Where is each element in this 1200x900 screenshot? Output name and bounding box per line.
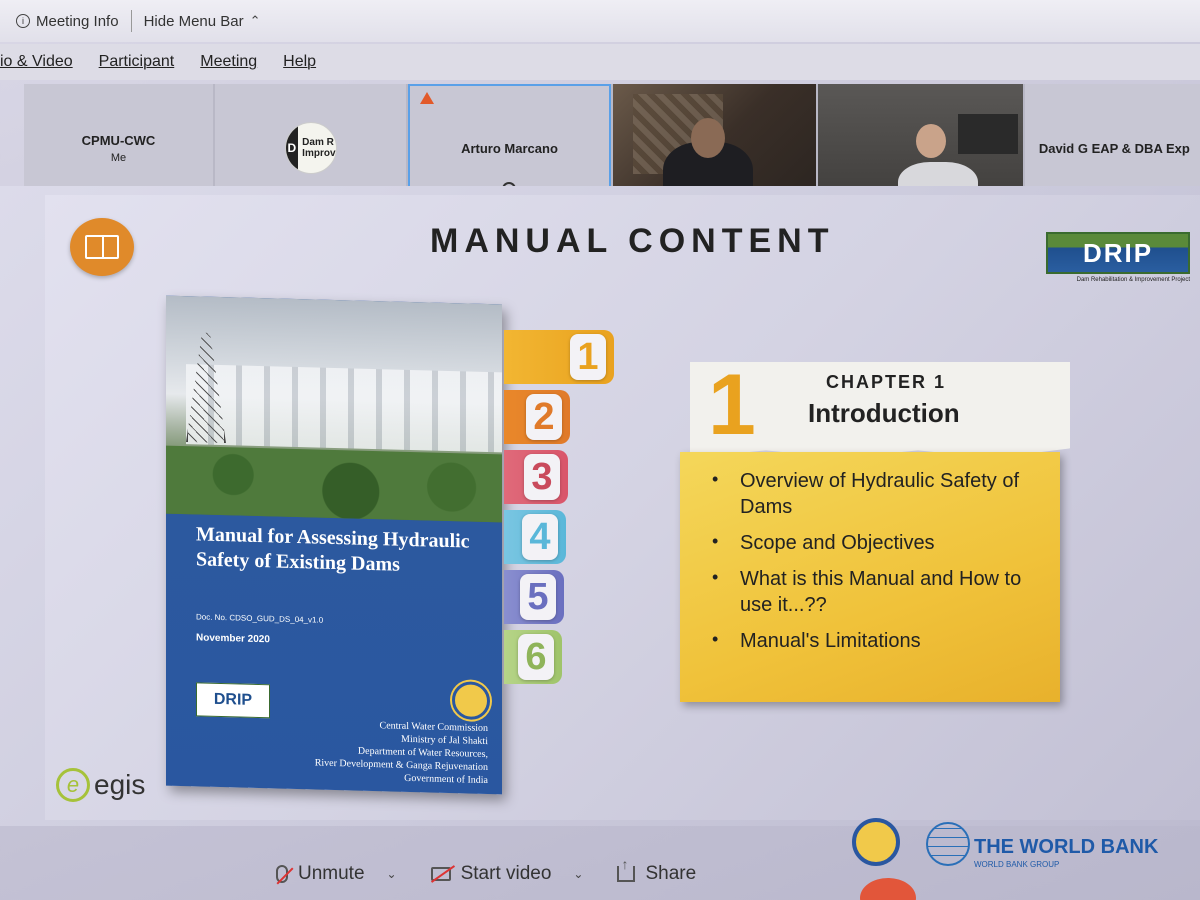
meeting-info-button[interactable]: i Meeting Info [4,13,131,30]
manual-title: Manual for Assessing Hydraulic Safety of… [196,523,470,576]
participant-sub: Me [110,151,127,164]
person-head [690,118,725,158]
dam-spillway [186,364,502,453]
book-icon [70,218,134,276]
chapter-topic-list: Overview of Hydraulic Safety of Dams Sco… [706,468,1042,654]
egis-e-icon: e [56,768,90,802]
tab-number: 4 [522,514,558,560]
participant-name: CPMU-CWC [81,132,156,148]
tab-number: 1 [570,334,606,380]
start-video-label: Start video [460,863,552,884]
list-item: Scope and Objectives [706,530,1042,556]
share-label: Share [645,863,697,884]
menu-participant[interactable]: Participant [99,53,175,71]
monitor-shape [957,114,1018,154]
chevron-down-icon[interactable]: ⌄ [387,867,397,881]
chapter-title: Introduction [808,398,960,428]
menu-help[interactable]: Help [283,53,316,71]
chapter-heading-card: 1 CHAPTER 1 Introduction [690,362,1070,458]
manual-cover: Manual for Assessing Hydraulic Safety of… [166,295,502,795]
manual-drip-logo: DRIP [196,682,270,719]
tab-number: 2 [526,394,562,440]
list-item: What is this Manual and How to use it...… [706,566,1042,618]
chapter-tab-4: 4 [504,510,566,564]
menu-meeting[interactable]: Meeting [200,53,257,71]
chapter-tabs: 1 2 3 4 5 6 [504,330,624,690]
egis-logo: e egis [56,768,145,802]
participant-name: Arturo Marcano [461,140,558,156]
participant-name: David G EAP & DBA Exp [1038,140,1190,156]
slide-title: MANUAL CONTENT [430,222,835,260]
drip-logo-caption: Dam Rehabilitation & Improvement Project [1076,277,1190,283]
government-seal-icon [452,681,490,721]
avatar-badge: D [285,123,299,173]
tab-number: 6 [518,634,554,680]
manual-organization: Central Water Commission Ministry of Jal… [315,717,488,787]
meeting-topbar: i Meeting Info Hide Menu Bar ⌃ [0,0,1200,42]
chapter-tab-5: 5 [504,570,564,624]
meeting-info-label: Meeting Info [36,12,119,30]
warning-icon [420,92,435,104]
meeting-toolbar: Unmute ⌄ Start video ⌄ Share [0,848,1200,900]
menu-bar: io & Video Participant Meeting Help [0,44,1200,80]
chevron-up-icon: ⌃ [249,13,261,28]
chapter-tab-1: 1 [504,330,614,384]
tab-number: 5 [520,574,556,620]
chapter-label: CHAPTER 1 [826,372,947,392]
unmute-label: Unmute [298,863,365,884]
hide-menu-bar-button[interactable]: Hide Menu Bar ⌃ [132,13,273,30]
chapter-big-number: 1 [708,357,756,453]
list-item: Manual's Limitations [706,628,1042,654]
trees [166,445,502,523]
camera-off-icon [430,867,451,881]
drip-logo: DRIP Dam Rehabilitation & Improvement Pr… [1046,232,1190,288]
microphone-muted-icon [276,865,288,883]
chapter-tab-2: 2 [504,390,570,444]
hide-menu-bar-label: Hide Menu Bar [143,12,244,30]
tab-number: 3 [524,454,560,500]
share-icon [617,856,636,882]
participant-name: Dam R Improv [302,137,336,159]
egis-text: egis [94,769,146,800]
list-item: Overview of Hydraulic Safety of Dams [706,468,1042,520]
chapter-tab-3: 3 [504,450,568,504]
unmute-button[interactable]: Unmute ⌄ [276,863,397,885]
avatar: D Dam R Improv [284,122,337,174]
manual-date: November 2020 [196,632,270,646]
share-button[interactable]: Share [617,856,697,885]
chapter-content-box: Overview of Hydraulic Safety of Dams Sco… [680,452,1060,702]
chapter-tab-6: 6 [504,630,562,684]
menu-audio-video[interactable]: io & Video [0,53,73,71]
info-icon: i [16,14,30,28]
chevron-down-icon[interactable]: ⌄ [573,867,583,881]
person-head [915,124,946,158]
drip-logo-text: DRIP [1046,232,1190,274]
start-video-button[interactable]: Start video ⌄ [430,863,583,885]
manual-doc-number: Doc. No. CDSO_GUD_DS_04_v1.0 [196,612,324,625]
